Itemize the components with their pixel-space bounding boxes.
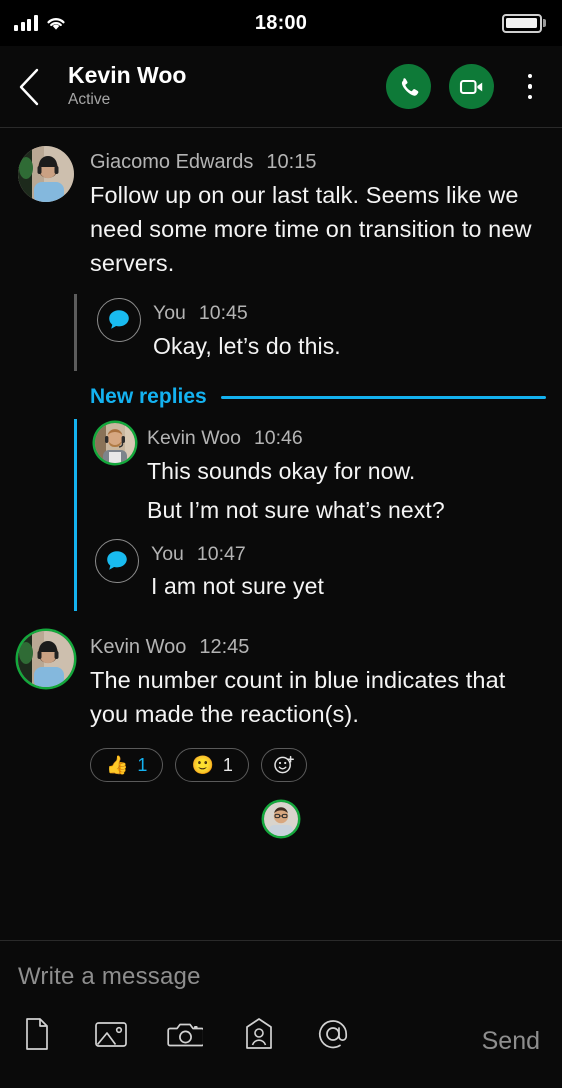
message-list: Giacomo Edwards 10:15 Follow up on our l… — [0, 128, 562, 940]
message-text: I am not sure yet — [151, 573, 324, 600]
message-body: You 10:45 Okay, let’s do this. — [141, 298, 562, 363]
status-bar-right — [501, 0, 546, 46]
phone-icon — [401, 77, 418, 96]
status-bar-clock: 18:00 — [254, 11, 308, 34]
message-thread-reply[interactable]: You 10:47 I am not sure yet — [95, 535, 562, 612]
thumbs-up-icon: 👍 — [106, 755, 129, 776]
read-receipts — [0, 802, 562, 837]
add-reaction-icon — [274, 755, 294, 774]
new-replies-divider: New replies — [90, 385, 546, 409]
send-button[interactable]: Send — [482, 1027, 540, 1056]
attach-file-icon[interactable] — [18, 1015, 56, 1053]
voice-call-button[interactable] — [386, 64, 431, 109]
presence-status: Active — [68, 91, 111, 109]
battery-full-icon — [501, 13, 546, 33]
new-replies-line — [220, 395, 546, 399]
status-bar: 18:00 — [0, 0, 562, 46]
message-body: Kevin Woo 10:46 This sounds okay for now… — [135, 423, 562, 527]
message-root[interactable]: Giacomo Edwards 10:15 Follow up on our l… — [0, 140, 562, 280]
message-author: You — [153, 302, 186, 325]
composer-tools — [18, 1015, 544, 1053]
message-author: You — [151, 542, 184, 565]
new-replies-label: New replies — [90, 385, 207, 409]
smiley-icon: 🙂 — [191, 755, 214, 776]
message-meta: Kevin Woo 10:46 — [147, 423, 562, 449]
reaction-count: 1 — [137, 755, 148, 776]
message-text-line2: But I’m not sure what’s next? — [147, 496, 445, 523]
back-button[interactable] — [18, 64, 58, 110]
avatar-column — [97, 298, 141, 363]
message-text: Follow up on our last talk. Seems like w… — [90, 182, 532, 276]
message-input[interactable]: Write a message — [18, 963, 544, 991]
message-thread-reply[interactable]: You 10:45 Okay, let’s do this. — [97, 294, 562, 371]
avatar-column — [18, 631, 78, 732]
message-time: 10:47 — [196, 542, 246, 565]
message-thread-reply[interactable]: Kevin Woo 10:46 This sounds okay for now… — [95, 419, 562, 535]
message-body: Giacomo Edwards 10:15 Follow up on our l… — [78, 146, 546, 280]
avatar-kevin-woo[interactable] — [95, 423, 135, 464]
message-meta: You 10:45 — [153, 298, 562, 324]
message-composer: Write a message Send — [0, 940, 562, 1088]
message-author: Kevin Woo — [147, 427, 241, 450]
camera-icon[interactable] — [166, 1015, 204, 1053]
kebab-menu-icon[interactable] — [514, 64, 546, 109]
reaction-bar: 👍 1 🙂 1 — [90, 748, 562, 783]
message-time: 10:46 — [253, 427, 303, 450]
message-text: This sounds okay for now. — [147, 457, 416, 484]
header-actions — [386, 64, 546, 109]
attach-image-icon[interactable] — [92, 1015, 130, 1053]
message-text: The number count in blue indicates that … — [90, 667, 506, 728]
message-meta: Giacomo Edwards 10:15 — [90, 146, 546, 172]
avatar-column — [18, 146, 78, 280]
page-title: Kevin Woo — [68, 61, 187, 88]
mention-icon[interactable] — [314, 1015, 352, 1053]
message-text: Okay, let’s do this. — [153, 332, 341, 359]
header-title-block[interactable]: Kevin Woo Active — [68, 62, 386, 111]
read-receipt-avatar[interactable] — [264, 802, 298, 837]
chat-header: Kevin Woo Active — [0, 46, 562, 128]
message-meta: You 10:47 — [151, 539, 562, 565]
thread-previous-replies: You 10:45 Okay, let’s do this. — [74, 294, 562, 372]
thread-new-replies: Kevin Woo 10:46 This sounds okay for now… — [74, 419, 562, 612]
avatar-you-bubble[interactable] — [97, 298, 141, 343]
reaction-thumbs-up[interactable]: 👍 1 — [90, 748, 164, 783]
message-body: You 10:47 I am not sure yet — [139, 539, 562, 604]
message-time: 12:45 — [199, 636, 250, 659]
message-author: Giacomo Edwards — [90, 151, 254, 173]
reaction-smiley[interactable]: 🙂 1 — [175, 748, 249, 783]
chevron-left-icon — [19, 68, 39, 105]
message-meta: Kevin Woo 12:45 — [90, 631, 546, 657]
add-reaction-button[interactable] — [260, 748, 307, 783]
message-time: 10:15 — [266, 151, 317, 173]
video-camera-icon — [459, 79, 482, 94]
avatar-giacomo-edwards[interactable] — [18, 146, 74, 202]
message-author: Kevin Woo — [90, 636, 187, 659]
chat-bubble-icon — [107, 551, 127, 570]
avatar-column — [95, 423, 135, 527]
avatar-column — [95, 538, 139, 604]
reaction-count: 1 — [222, 755, 233, 776]
avatar-you-bubble[interactable] — [95, 538, 139, 583]
chat-bubble-icon — [109, 310, 129, 330]
message-last[interactable]: Kevin Woo 12:45 The number count in blue… — [0, 625, 562, 732]
contact-card-icon[interactable] — [240, 1015, 278, 1053]
avatar-kevin-woo-2[interactable] — [18, 631, 74, 688]
message-time: 10:45 — [198, 302, 248, 325]
video-call-button[interactable] — [449, 64, 494, 109]
message-body: Kevin Woo 12:45 The number count in blue… — [78, 631, 546, 732]
chat-screen: 18:00 Kevin Woo Active Giacomo Edwards 1… — [0, 0, 562, 1088]
